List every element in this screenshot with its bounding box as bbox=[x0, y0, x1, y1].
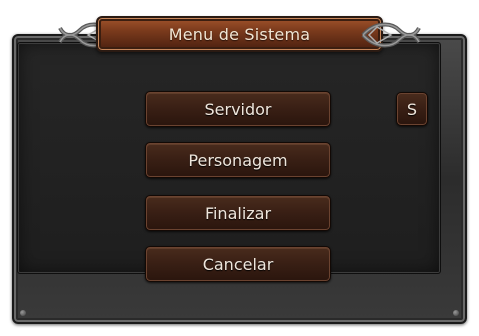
servidor-button[interactable]: Servidor bbox=[145, 91, 331, 127]
personagem-button[interactable]: Personagem bbox=[145, 142, 331, 178]
system-menu-dialog: Menu de Sistema Servidor Personagem Fina… bbox=[0, 0, 479, 336]
rivet-icon bbox=[453, 310, 459, 316]
cancelar-button[interactable]: Cancelar bbox=[145, 246, 331, 282]
title-banner: Menu de Sistema bbox=[58, 12, 421, 58]
shortcut-s-button[interactable]: S bbox=[396, 92, 428, 126]
celtic-knot-ornament-icon bbox=[361, 22, 421, 48]
finalizar-button[interactable]: Finalizar bbox=[145, 195, 331, 231]
window-title: Menu de Sistema bbox=[168, 24, 311, 44]
title-plate: Menu de Sistema bbox=[96, 16, 383, 52]
rivet-icon bbox=[20, 310, 26, 316]
